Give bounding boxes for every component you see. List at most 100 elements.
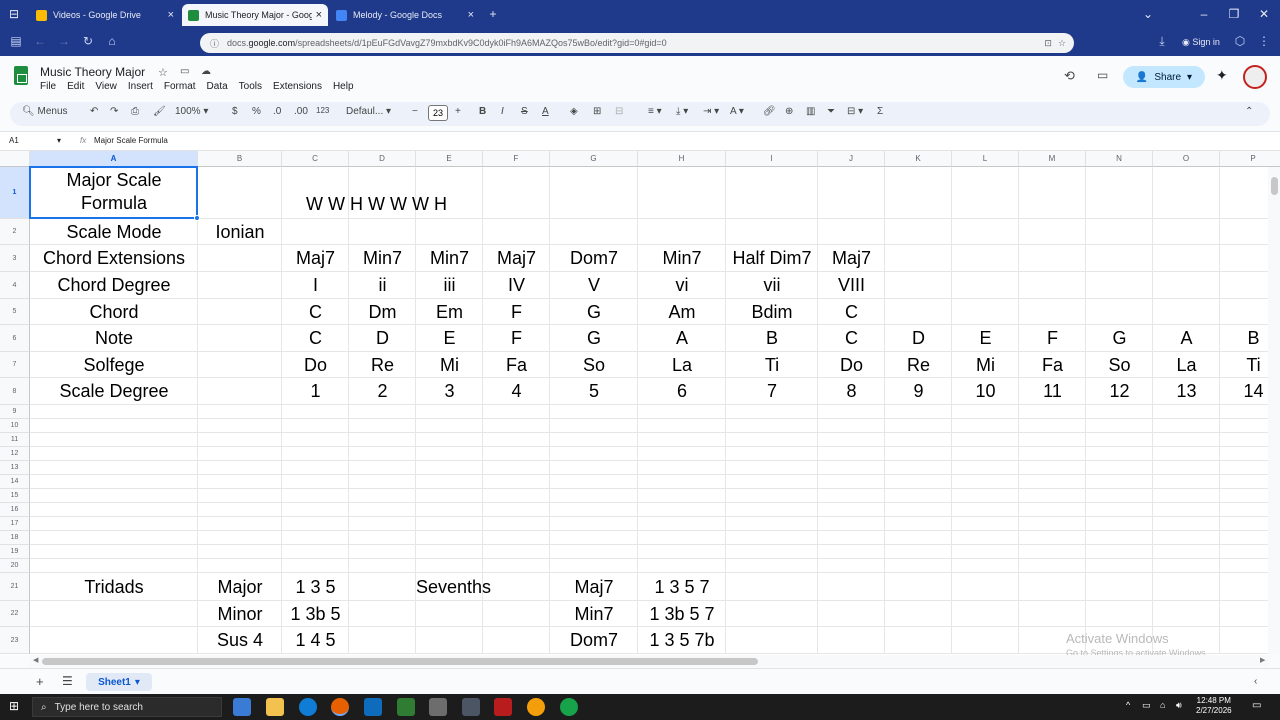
column-header-c[interactable]: C <box>282 151 349 167</box>
close-tab-icon[interactable]: × <box>168 9 174 21</box>
insert-chart-icon[interactable]: ▥ <box>806 106 815 117</box>
cell-k6[interactable]: D <box>885 325 952 352</box>
menu-edit[interactable]: Edit <box>67 81 84 92</box>
sign-in-button[interactable]: ◉ Sign in <box>1182 37 1220 48</box>
taskbar-clock[interactable]: 12:48 PM 2/27/2026 <box>1196 696 1232 716</box>
firefox-app-icon[interactable] <box>331 698 349 716</box>
cell-h5[interactable]: Am <box>638 299 726 325</box>
cell-j3[interactable]: Maj7 <box>818 245 885 272</box>
add-sheet-icon[interactable]: + <box>36 674 44 689</box>
cell-e3[interactable]: Min7 <box>416 245 483 272</box>
cell-a7[interactable]: Solfege <box>30 352 198 378</box>
cell-l7[interactable]: Mi <box>952 352 1019 378</box>
formula-input[interactable]: Major Scale Formula <box>94 136 168 145</box>
menu-extensions[interactable]: Extensions <box>273 81 322 92</box>
menu-insert[interactable]: Insert <box>128 81 153 92</box>
menu-file[interactable]: File <box>40 81 56 92</box>
cell-b23[interactable]: Sus 4 <box>198 627 282 654</box>
row-header-20[interactable]: 20 <box>0 559 30 573</box>
vertical-scrollbar[interactable] <box>1268 167 1280 655</box>
cell-n6[interactable]: G <box>1086 325 1153 352</box>
filter-icon[interactable]: ⏷ <box>827 106 835 117</box>
borders-icon[interactable]: ⊞ <box>593 106 601 117</box>
number-format-button[interactable]: 123 <box>316 106 329 115</box>
name-box[interactable]: A1 ▾ <box>9 136 61 145</box>
cell-g6[interactable]: G <box>550 325 638 352</box>
calculator-app-icon[interactable] <box>462 698 480 716</box>
zoom-select[interactable]: 100% ▾ <box>175 106 208 117</box>
cell-h6[interactable]: A <box>638 325 726 352</box>
edge-app-icon[interactable] <box>299 698 317 716</box>
share-button[interactable]: 👤 Share ▾ <box>1123 66 1205 88</box>
cell-a5[interactable]: Chord <box>30 299 198 325</box>
file-explorer-app-icon[interactable] <box>266 698 284 716</box>
paint-format-icon[interactable]: 🖌︎ <box>153 106 166 117</box>
row-header-22[interactable]: 22 <box>0 601 30 627</box>
cell-c6[interactable]: C <box>282 325 349 352</box>
cell-j7[interactable]: Do <box>818 352 885 378</box>
utility-app-icon[interactable] <box>527 698 545 716</box>
cell-i4[interactable]: vii <box>726 272 818 299</box>
fill-color-icon[interactable]: ◈ <box>570 106 578 117</box>
all-sheets-icon[interactable]: ☰ <box>62 674 73 688</box>
cell-e21[interactable]: Sevenths <box>416 573 491 601</box>
cell-d3[interactable]: Min7 <box>349 245 416 272</box>
column-header-m[interactable]: M <box>1019 151 1086 167</box>
cell-k7[interactable]: Re <box>885 352 952 378</box>
cell-c4[interactable]: I <box>282 272 349 299</box>
select-all-corner[interactable] <box>0 151 30 167</box>
column-header-g[interactable]: G <box>550 151 638 167</box>
column-header-j[interactable]: J <box>818 151 885 167</box>
insert-comment-icon[interactable]: ⊕ <box>785 106 793 117</box>
cell-a6[interactable]: Note <box>30 325 198 352</box>
cell-c22[interactable]: 1 3b 5 <box>282 601 349 627</box>
cell-h8[interactable]: 6 <box>638 378 726 405</box>
decrease-decimal-button[interactable]: .0 <box>273 106 281 117</box>
cell-d7[interactable]: Re <box>349 352 416 378</box>
row-header-15[interactable]: 15 <box>0 489 30 503</box>
cell-h3[interactable]: Min7 <box>638 245 726 272</box>
cell-c23[interactable]: 1 4 5 <box>282 627 349 654</box>
cell-m8[interactable]: 11 <box>1019 378 1086 405</box>
scroll-right-icon[interactable]: ▶ <box>1260 656 1265 664</box>
increase-font-size-icon[interactable]: + <box>455 106 461 117</box>
outlook-app-icon[interactable] <box>364 698 382 716</box>
column-header-l[interactable]: L <box>952 151 1019 167</box>
new-tab-icon[interactable]: + <box>483 7 503 21</box>
column-header-d[interactable]: D <box>349 151 416 167</box>
cell-e8[interactable]: 3 <box>416 378 483 405</box>
cell-g21[interactable]: Maj7 <box>550 573 638 601</box>
font-select[interactable]: Defaul... ▾ <box>346 106 391 117</box>
star-icon[interactable]: ☆ <box>158 66 168 79</box>
menu-tools[interactable]: Tools <box>239 81 262 92</box>
cell-h23[interactable]: 1 3 5 7b <box>638 627 726 654</box>
spreadsheet-grid[interactable]: A B C D E F G H I J K L M N O P 1 2 3 4 5 6 7 8 9 10 11 12 13 14 15 16 1… <box>0 151 1280 655</box>
cell-g4[interactable]: V <box>550 272 638 299</box>
cell-a4[interactable]: Chord Degree <box>30 272 198 299</box>
cell-e4[interactable]: iii <box>416 272 483 299</box>
name-box-dropdown-icon[interactable]: ▾ <box>57 136 61 145</box>
column-header-i[interactable]: I <box>726 151 818 167</box>
table-view-icon[interactable]: ⊟ ▾ <box>847 106 863 117</box>
column-header-e[interactable]: E <box>416 151 483 167</box>
cell-d5[interactable]: Dm <box>349 299 416 325</box>
avatar[interactable] <box>1243 65 1267 89</box>
store-app-icon[interactable] <box>397 698 415 716</box>
restore-icon[interactable]: ❐ <box>1224 7 1244 21</box>
screen-recorder-app-icon[interactable] <box>494 698 512 716</box>
cell-f8[interactable]: 4 <box>483 378 550 405</box>
strikethrough-icon[interactable]: S <box>521 106 528 117</box>
cell-f3[interactable]: Maj7 <box>483 245 550 272</box>
cell-i5[interactable]: Bdim <box>726 299 818 325</box>
cell-a2[interactable]: Scale Mode <box>30 219 198 245</box>
cell-e7[interactable]: Mi <box>416 352 483 378</box>
tab-list-chevron-icon[interactable]: ⌄ <box>1138 7 1158 21</box>
column-header-a[interactable]: A <box>30 151 198 167</box>
row-header-17[interactable]: 17 <box>0 517 30 531</box>
close-tab-icon[interactable]: × <box>468 9 474 21</box>
cell-j5[interactable]: C <box>818 299 885 325</box>
row-header-8[interactable]: 8 <box>0 378 30 405</box>
cell-g8[interactable]: 5 <box>550 378 638 405</box>
cell-o8[interactable]: 13 <box>1153 378 1220 405</box>
menu-view[interactable]: View <box>95 81 117 92</box>
